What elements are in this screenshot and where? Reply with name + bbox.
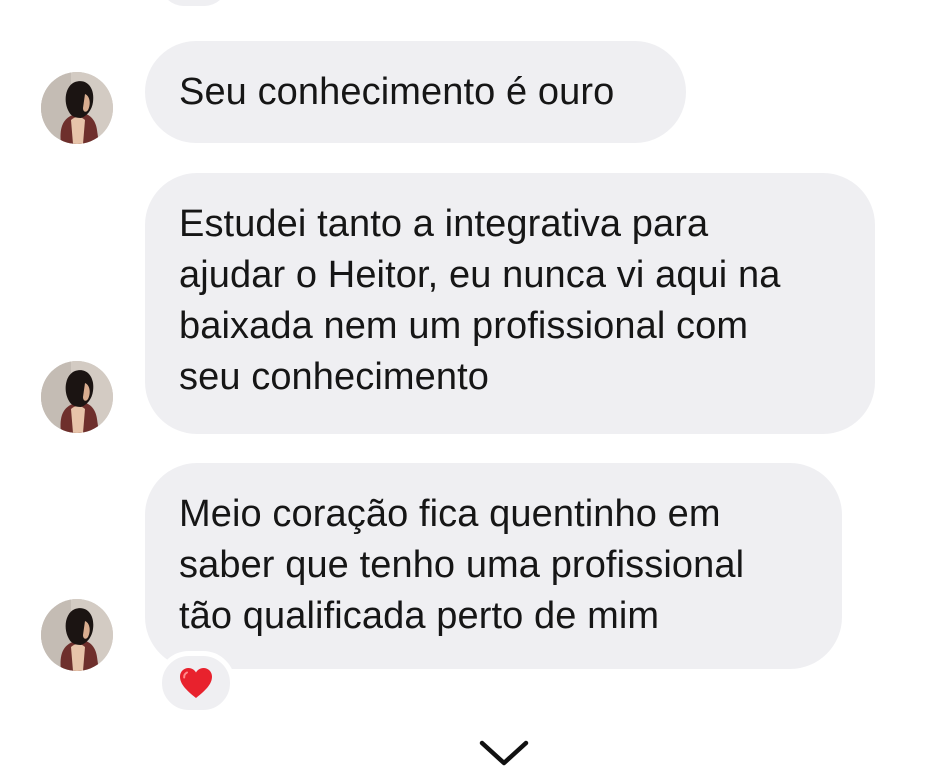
previous-message-bubble: [160, 0, 228, 6]
message-bubble[interactable]: Estudei tanto a integrativa para ajudar …: [145, 173, 875, 434]
message-bubble[interactable]: Meio coração fica quentinho em saber que…: [145, 463, 842, 669]
avatar[interactable]: [41, 361, 113, 433]
message-bubble[interactable]: Seu conhecimento é ouro: [145, 41, 686, 143]
scroll-down-button[interactable]: [474, 735, 534, 775]
avatar[interactable]: [41, 599, 113, 671]
avatar-photo: [41, 599, 113, 671]
chevron-down-icon: [479, 740, 529, 766]
message-reaction[interactable]: [157, 651, 235, 715]
avatar-photo: [41, 72, 113, 144]
avatar[interactable]: [41, 72, 113, 144]
avatar-photo: [41, 361, 113, 433]
heart-icon: [180, 668, 212, 698]
